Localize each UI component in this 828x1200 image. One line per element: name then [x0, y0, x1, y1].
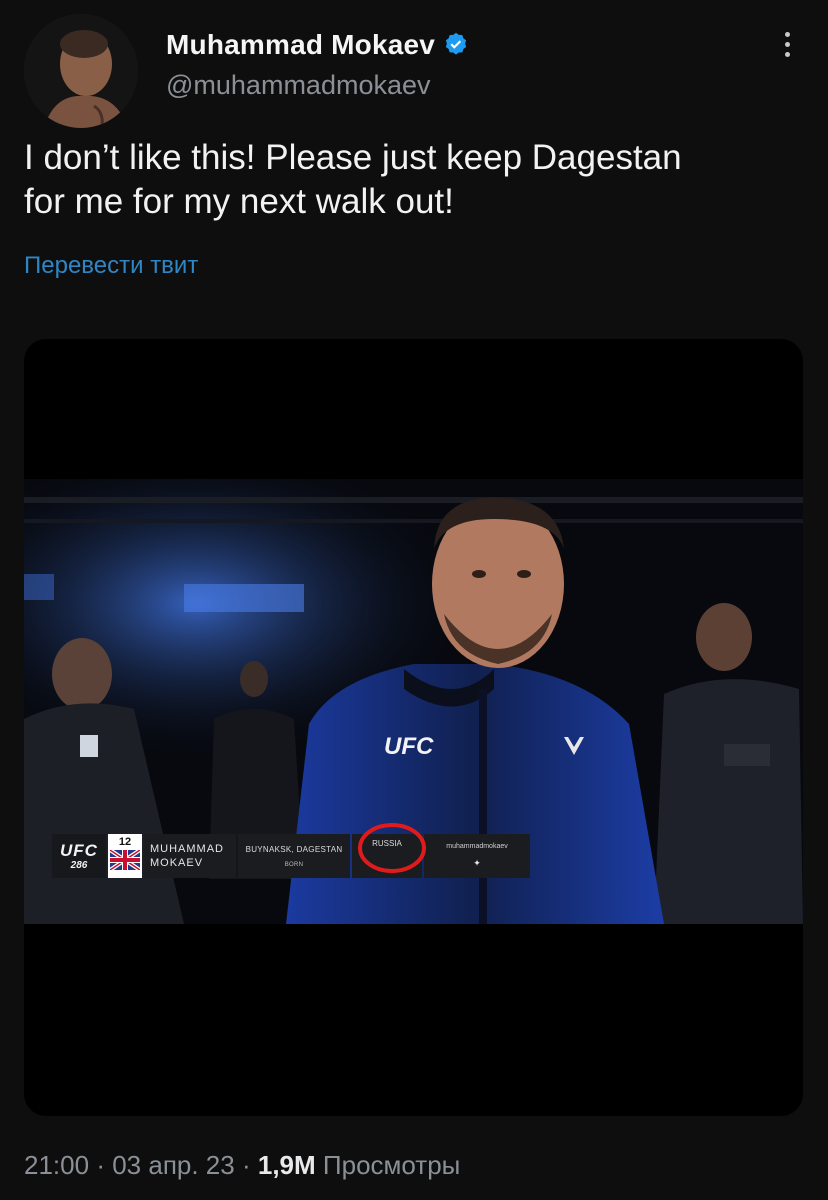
more-options-icon[interactable]: [770, 24, 804, 64]
tweet-time[interactable]: 21:00: [24, 1150, 89, 1180]
avatar-photo: [24, 14, 138, 128]
fighter-social-plate: muhammadmokaev ✦: [424, 834, 530, 878]
fighter-rank: 12: [118, 836, 132, 848]
fighter-rank-flag: 12: [108, 834, 142, 878]
uk-flag-icon: [110, 850, 140, 870]
avatar[interactable]: [24, 14, 138, 128]
jacket-ufc-logo: UFC: [384, 733, 434, 760]
fighter-social-handle: muhammadmokaev: [446, 843, 508, 850]
ufc-event-logo: UFC 286: [52, 834, 106, 878]
fighter-birthplace: BUYNAKSK, DAGESTAN: [245, 844, 343, 854]
red-circle-annotation: [358, 823, 426, 873]
bird-icon: ✦: [473, 858, 481, 868]
author-name-row[interactable]: Muhammad Mokaev: [166, 26, 470, 64]
tweet-screen: Muhammad Mokaev @muhammadmokaev I don’t …: [0, 0, 828, 1200]
fighter-name-plate: MUHAMMAD MOKAEV: [144, 834, 236, 878]
tweet-text-line: I don’t like this! Please just keep Dage…: [24, 138, 682, 177]
display-name[interactable]: Muhammad Mokaev: [166, 29, 435, 61]
tweet-text-line: for me for my next walk out!: [24, 182, 454, 221]
born-label: BORN: [284, 861, 304, 868]
views-label[interactable]: Просмотры: [323, 1150, 460, 1180]
fighter-last-name: MOKAEV: [150, 857, 204, 869]
separator: ·: [241, 1150, 251, 1180]
video-frame[interactable]: UFC UFC 286 12 MUHAMMAD MOKAEV BUYNAKSK,…: [24, 479, 803, 924]
translate-tweet-link[interactable]: Перевести твит: [24, 252, 198, 280]
event-number: 286: [70, 859, 88, 871]
tweet-media[interactable]: UFC UFC 286 12 MUHAMMAD MOKAEV BUYNAKSK,…: [24, 339, 803, 1116]
ufc-logo-text: UFC: [60, 840, 98, 860]
verified-badge-icon: [445, 32, 467, 55]
tweet-text: I don’t like this! Please just keep Dage…: [24, 136, 794, 224]
separator: ·: [96, 1150, 105, 1180]
fighter-birthplace-plate: BUYNAKSK, DAGESTAN BORN: [238, 834, 350, 878]
author-handle[interactable]: @muhammadmokaev: [166, 70, 431, 101]
views-count[interactable]: 1,9M: [258, 1150, 316, 1180]
fighter-first-name: MUHAMMAD: [150, 843, 224, 855]
tweet-meta: 21:00 · 03 апр. 23 · 1,9M Просмотры: [24, 1150, 460, 1181]
tweet-date[interactable]: 03 апр. 23: [112, 1150, 235, 1180]
